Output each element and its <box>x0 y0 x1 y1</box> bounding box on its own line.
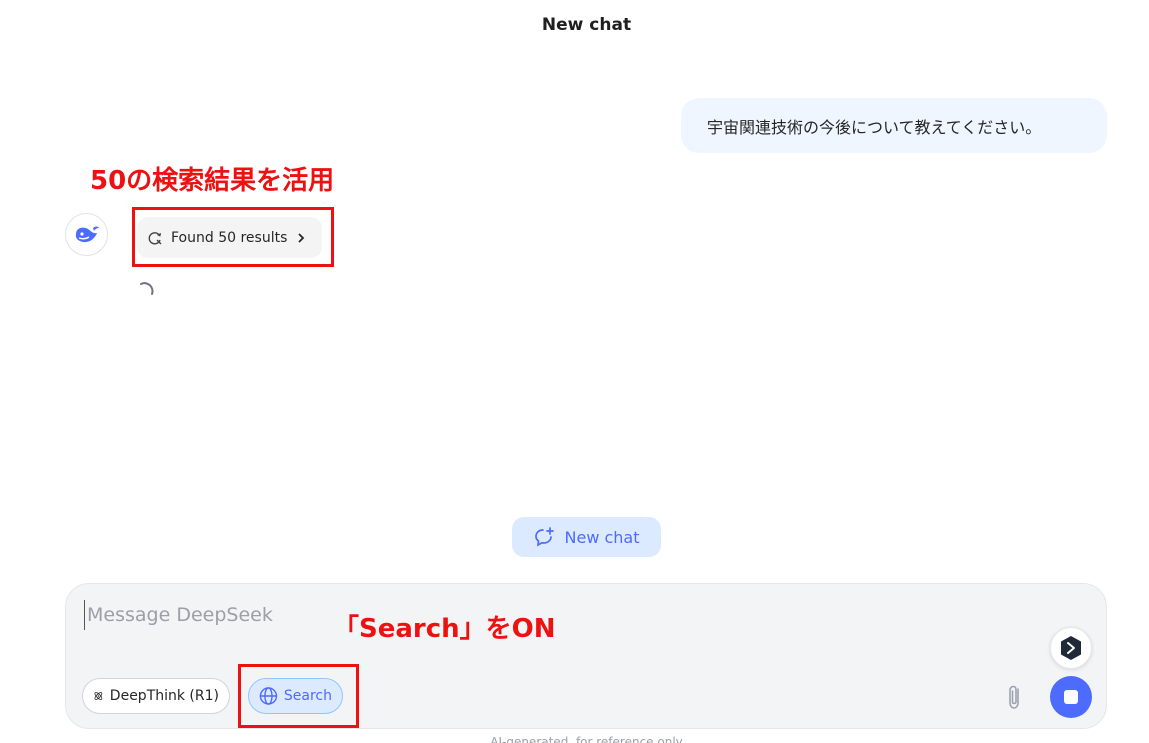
stop-icon <box>1064 690 1078 704</box>
new-chat-label: New chat <box>564 527 640 547</box>
message-composer: DeepThink (R1) Search <box>65 583 1107 729</box>
deepseek-helper-button[interactable] <box>1050 627 1092 669</box>
new-chat-icon <box>534 527 554 547</box>
page-title: New chat <box>541 15 632 35</box>
paperclip-icon[interactable] <box>1003 682 1027 712</box>
footer-disclaimer: AI-generated, for reference only <box>490 735 683 743</box>
assistant-avatar <box>65 213 108 256</box>
user-message-text: 宇宙関連技術の今後について教えてください。 <box>707 117 1042 137</box>
deepthink-toggle[interactable]: DeepThink (R1) <box>82 678 230 714</box>
deepthink-label: DeepThink (R1) <box>109 688 219 704</box>
annotation-box-search <box>238 664 359 728</box>
annotation-results-note: 50の検索結果を活用 <box>90 166 335 196</box>
atom-icon <box>94 692 103 700</box>
new-chat-button[interactable]: New chat <box>512 517 661 557</box>
annotation-box-results <box>132 207 334 267</box>
deepseek-whale-icon <box>75 226 99 242</box>
loading-spinner-icon <box>140 282 154 295</box>
stop-generation-button[interactable] <box>1050 676 1092 718</box>
annotation-search-note: 「Search」をON <box>333 614 556 644</box>
deepseek-badge-icon <box>1061 636 1081 660</box>
user-message-bubble: 宇宙関連技術の今後について教えてください。 <box>681 98 1107 153</box>
